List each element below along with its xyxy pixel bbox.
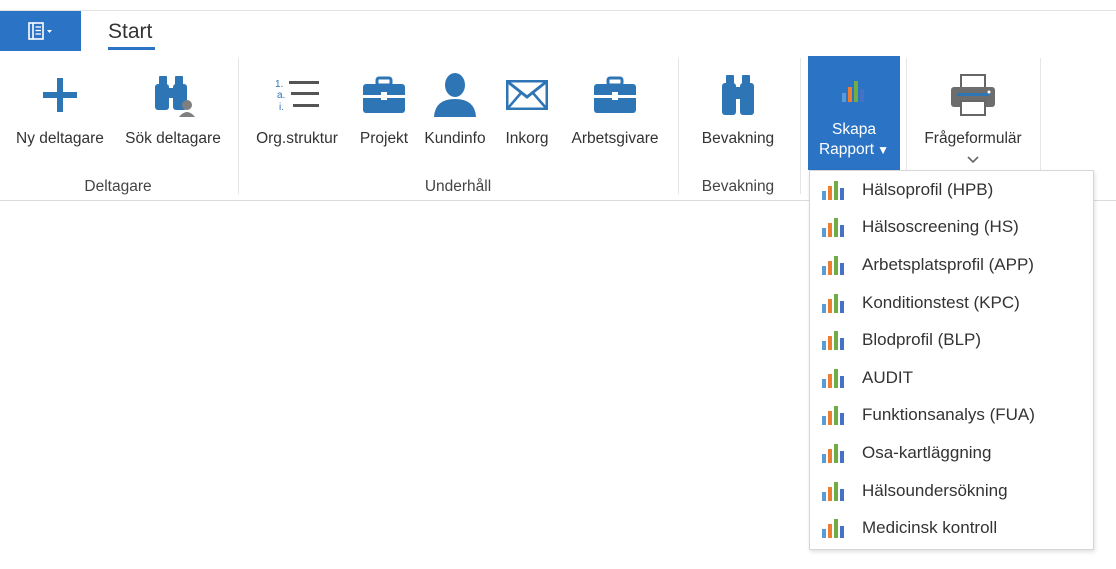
org-struktur-button[interactable]: 1. a. i. Org.struktur bbox=[248, 58, 346, 178]
tab-start-underline bbox=[108, 47, 155, 50]
bevakning-label: Bevakning bbox=[701, 130, 775, 147]
menu-item[interactable]: AUDIT bbox=[810, 359, 1093, 397]
inkorg-label: Inkorg bbox=[505, 130, 549, 147]
bar-chart-icon bbox=[822, 331, 844, 351]
ribbon-separator bbox=[238, 58, 239, 194]
menu-item-label: Blodprofil (BLP) bbox=[862, 330, 982, 350]
bar-chart-icon bbox=[822, 293, 844, 313]
menu-item[interactable]: Hälsoprofil (HPB) bbox=[810, 171, 1093, 209]
group-label-deltagare: Deltagare bbox=[84, 178, 152, 195]
frageformular-button[interactable]: Frågeformulär bbox=[912, 58, 1034, 178]
svg-text:1.: 1. bbox=[275, 79, 283, 90]
menu-book-icon bbox=[27, 22, 52, 40]
ny-deltagare-button[interactable]: Ny deltagare bbox=[10, 58, 110, 178]
menu-item-label: Hälsoprofil (HPB) bbox=[862, 179, 994, 199]
sok-deltagare-button[interactable]: Sök deltagare bbox=[120, 58, 226, 178]
menu-item[interactable]: Hälsoscreening (HS) bbox=[810, 209, 1093, 247]
bar-chart-icon bbox=[822, 406, 844, 426]
window-top-border bbox=[0, 10, 1116, 11]
report-dropdown-menu: Hälsoprofil (HPB) Hälsoscreening (HS) Ar… bbox=[809, 170, 1094, 550]
bar-chart-icon bbox=[822, 218, 844, 238]
numbered-list-icon: 1. a. i. bbox=[275, 79, 319, 113]
menu-item-label: Medicinsk kontroll bbox=[862, 518, 998, 538]
arbetsgivare-label: Arbetsgivare bbox=[571, 130, 659, 147]
person-icon bbox=[434, 73, 476, 117]
bar-chart-icon bbox=[822, 443, 844, 463]
bar-chart-icon bbox=[822, 519, 844, 539]
svg-text:i.: i. bbox=[279, 102, 284, 113]
menu-item-label: Funktionsanalys (FUA) bbox=[862, 405, 1035, 425]
bar-chart-icon bbox=[822, 481, 844, 501]
plus-icon bbox=[43, 78, 77, 112]
chevron-down-icon: ▼ bbox=[877, 143, 890, 157]
group-label-bevakning: Bevakning bbox=[701, 178, 775, 195]
sok-deltagare-label: Sök deltagare bbox=[125, 130, 221, 147]
menu-item[interactable]: Osa-kartläggning bbox=[810, 434, 1093, 472]
bar-chart-icon bbox=[822, 180, 844, 200]
menu-item[interactable]: Medicinsk kontroll bbox=[810, 509, 1093, 547]
projekt-label: Projekt bbox=[359, 130, 409, 147]
org-struktur-label: Org.struktur bbox=[256, 130, 338, 147]
skapa-rapport-button[interactable]: Skapa Rapport ▼ bbox=[808, 56, 900, 170]
rapport-label: Rapport bbox=[818, 141, 875, 158]
bevakning-button[interactable]: Bevakning bbox=[690, 58, 786, 178]
group-label-underhall: Underhåll bbox=[424, 178, 492, 195]
kundinfo-label: Kundinfo bbox=[424, 130, 486, 147]
menu-item-label: Hälsoscreening (HS) bbox=[862, 217, 1019, 237]
menu-item-label: Osa-kartläggning bbox=[862, 442, 992, 462]
envelope-icon bbox=[506, 80, 548, 110]
binoculars-person-icon bbox=[155, 76, 195, 117]
bar-chart-icon bbox=[822, 255, 844, 275]
menu-item[interactable]: Konditionstest (KPC) bbox=[810, 284, 1093, 322]
menu-item[interactable]: Hälsoundersökning bbox=[810, 472, 1093, 510]
svg-text:a.: a. bbox=[277, 90, 285, 101]
bar-chart-icon bbox=[842, 81, 864, 102]
briefcase-icon bbox=[363, 76, 405, 113]
menu-item-label: Konditionstest (KPC) bbox=[862, 292, 1020, 312]
arbetsgivare-button[interactable]: Arbetsgivare bbox=[562, 58, 668, 178]
frageformular-label: Frågeformulär bbox=[924, 130, 1022, 147]
menu-item[interactable]: Funktionsanalys (FUA) bbox=[810, 397, 1093, 435]
briefcase-icon bbox=[594, 76, 636, 113]
tab-start[interactable]: Start bbox=[108, 20, 152, 44]
menu-item-label: Arbetsplatsprofil (APP) bbox=[862, 254, 1034, 274]
projekt-button[interactable]: Projekt bbox=[354, 58, 414, 178]
menu-item-label: Hälsoundersökning bbox=[862, 480, 1008, 500]
binoculars-icon bbox=[722, 75, 754, 115]
kundinfo-button[interactable]: Kundinfo bbox=[420, 58, 490, 178]
menu-item[interactable]: Arbetsplatsprofil (APP) bbox=[810, 246, 1093, 284]
ribbon-separator bbox=[678, 58, 679, 194]
skapa-label: Skapa bbox=[832, 121, 876, 138]
bar-chart-icon bbox=[822, 368, 844, 388]
inkorg-button[interactable]: Inkorg bbox=[498, 58, 556, 178]
ny-deltagare-label: Ny deltagare bbox=[16, 130, 104, 147]
chevron-down-icon bbox=[967, 156, 979, 164]
menu-item[interactable]: Blodprofil (BLP) bbox=[810, 321, 1093, 359]
menu-item-label: AUDIT bbox=[862, 367, 913, 387]
printer-icon bbox=[951, 74, 995, 116]
app-menu-button[interactable] bbox=[0, 11, 81, 51]
ribbon-separator bbox=[800, 58, 801, 194]
